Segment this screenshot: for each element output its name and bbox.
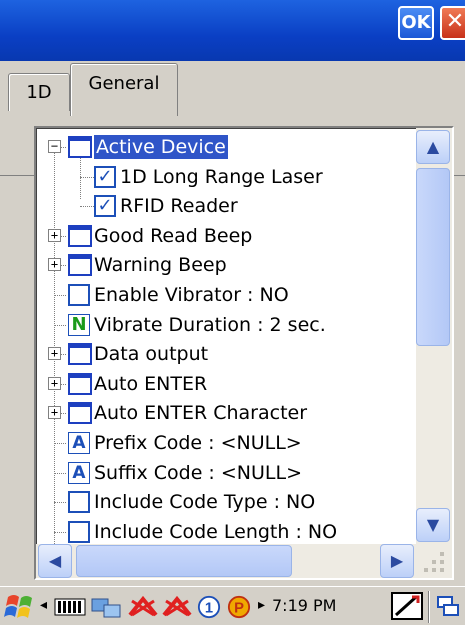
- close-button[interactable]: ✕: [440, 6, 465, 40]
- tree-item-label: Vibrate Duration : 2 sec.: [94, 313, 326, 336]
- tree-item-label: Enable Vibrator : NO: [94, 284, 289, 306]
- tree-item[interactable]: − Active Device: [36, 133, 414, 162]
- group-icon: [68, 402, 92, 425]
- tree-connector: [54, 502, 66, 504]
- scroll-left-button[interactable]: ◀: [38, 544, 72, 578]
- window-switch-icon[interactable]: [436, 595, 462, 619]
- tree-item[interactable]: Include Code Type : NO: [36, 488, 414, 517]
- svg-text:1: 1: [205, 601, 213, 617]
- tree-item[interactable]: ✓ 1D Long Range Laser: [36, 163, 414, 192]
- keyboard-icon[interactable]: [390, 591, 424, 621]
- checkbox-unchecked-icon[interactable]: [68, 520, 90, 543]
- tree-connector: [80, 206, 94, 208]
- taskbar-scroll-left-icon[interactable]: ◂: [40, 597, 50, 621]
- group-icon: [68, 224, 92, 247]
- tree-item[interactable]: + Auto ENTER Character: [36, 399, 414, 428]
- tree-item[interactable]: + Good Read Beep: [36, 222, 414, 251]
- tree-connector: [54, 443, 66, 444]
- tree-item[interactable]: + Warning Beep: [36, 251, 414, 280]
- title-bar: OK ✕: [0, 0, 465, 61]
- tree-item-label: Include Code Length : NO: [94, 520, 338, 543]
- tree-item-label: Prefix Code : <NULL>: [94, 432, 302, 454]
- group-icon: [68, 372, 92, 395]
- tree-item-label: 1D Long Range Laser: [120, 165, 323, 188]
- taskbar-scroll-right-icon[interactable]: ▸: [258, 597, 268, 621]
- tree-content: − Active Device ✓ 1D Long Range Laser ✓ RFID …: [36, 128, 414, 544]
- settings-tree-view[interactable]: − Active Device ✓ 1D Long Range Laser ✓ RFID …: [34, 126, 454, 580]
- text-value-icon: A: [68, 461, 90, 484]
- tree-connector: [54, 324, 66, 326]
- horizontal-scrollbar[interactable]: ◀ ▶: [36, 544, 416, 578]
- taskbar-separator: [428, 591, 430, 623]
- text-value-icon: A: [68, 432, 90, 454]
- parking-icon: P: [227, 595, 251, 619]
- tree-item[interactable]: + Data output: [36, 340, 414, 369]
- group-icon: [68, 343, 92, 366]
- tab-general[interactable]: General: [70, 63, 178, 116]
- tree-item-label: Auto ENTER Character: [94, 402, 308, 425]
- group-icon: [68, 254, 92, 277]
- clock[interactable]: 7:19 PM: [272, 596, 336, 615]
- expand-icon[interactable]: +: [48, 228, 61, 242]
- tree-item-label: Include Code Type : NO: [94, 491, 316, 514]
- tree-item[interactable]: A Prefix Code : <NULL>: [36, 429, 414, 458]
- tree-item[interactable]: Include Code Length : NO: [36, 518, 414, 544]
- checkbox-checked-icon[interactable]: ✓: [94, 195, 116, 218]
- group-icon: [68, 136, 92, 158]
- tree-item-label: Active Device: [94, 135, 228, 159]
- tree-item[interactable]: A Suffix Code : <NULL>: [36, 459, 414, 488]
- expand-icon[interactable]: +: [48, 376, 61, 390]
- ok-button[interactable]: OK: [398, 6, 434, 40]
- start-flag-icon[interactable]: [4, 591, 38, 623]
- taskbar: ◂ 1 P ▸ 7:19 PM: [0, 586, 465, 625]
- tree-item[interactable]: Enable Vibrator : NO: [36, 281, 414, 310]
- tree-connector: [54, 295, 66, 296]
- svg-text:P: P: [234, 601, 244, 617]
- tree-item-label: Good Read Beep: [94, 224, 253, 247]
- tree-item[interactable]: N Vibrate Duration : 2 sec.: [36, 311, 414, 340]
- tree-item-label: RFID Reader: [120, 195, 238, 218]
- no-signal-icon: [128, 595, 158, 617]
- scroll-down-button[interactable]: ▼: [416, 508, 450, 542]
- tree-item-label: Warning Beep: [94, 254, 227, 277]
- tree-connector: [54, 472, 66, 474]
- tree-item-label: Auto ENTER: [94, 372, 208, 395]
- horizontal-scroll-thumb[interactable]: [76, 545, 292, 577]
- network-icon: [91, 598, 121, 618]
- tree-item-label: Data output: [94, 343, 209, 366]
- expand-icon[interactable]: +: [48, 406, 61, 420]
- tab-1d[interactable]: 1D: [8, 73, 70, 111]
- vertical-scrollbar[interactable]: ▲ ▼: [416, 128, 452, 544]
- no-signal-icon-2: [162, 595, 192, 617]
- tree-item-label: Suffix Code : <NULL>: [94, 461, 303, 484]
- tab-strip: 1D General: [0, 61, 465, 176]
- size-grip: [416, 544, 452, 578]
- checkbox-unchecked-icon[interactable]: [68, 284, 90, 306]
- expand-icon[interactable]: +: [48, 258, 61, 272]
- tree-item[interactable]: ✓ RFID Reader: [36, 192, 414, 221]
- scroll-up-button[interactable]: ▲: [416, 130, 450, 164]
- battery-icon: [54, 598, 86, 616]
- checkbox-unchecked-icon[interactable]: [68, 491, 90, 514]
- tree-item[interactable]: + Auto ENTER: [36, 370, 414, 399]
- number-one-icon: 1: [197, 595, 221, 619]
- tree-connector: [80, 176, 94, 178]
- vertical-scroll-thumb[interactable]: [416, 168, 450, 346]
- expand-icon[interactable]: +: [48, 347, 61, 361]
- scroll-right-button[interactable]: ▶: [380, 544, 414, 578]
- tree-connector: [54, 531, 66, 533]
- checkbox-checked-icon[interactable]: ✓: [94, 165, 116, 188]
- numeric-value-icon: N: [68, 313, 90, 336]
- collapse-icon[interactable]: −: [48, 140, 61, 153]
